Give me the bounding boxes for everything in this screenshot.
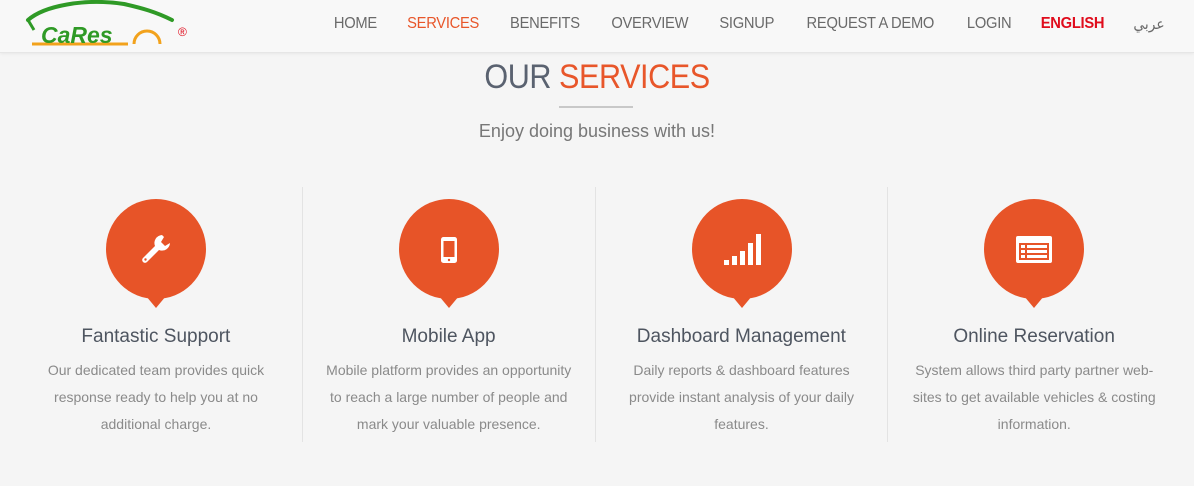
service-title: Fantastic Support — [81, 326, 231, 347]
nav-login[interactable]: LOGIN — [967, 15, 1012, 33]
service-icon-bubble — [398, 199, 499, 308]
services-grid: Fantastic Support Our dedicated team pro… — [10, 187, 1180, 442]
service-description: Mobile platform provides an opportunity … — [326, 362, 572, 432]
nav-services[interactable]: SERVICES — [407, 15, 479, 33]
nav-signup[interactable]: SIGNUP — [719, 15, 774, 33]
service-description: Daily reports & dashboard features provi… — [629, 362, 854, 432]
car-logo-graphic: CaRes ® — [26, 0, 187, 48]
service-description: System allows third party partner web-si… — [912, 362, 1156, 432]
service-card-reservation: Online Reservation System allows third p… — [887, 187, 1180, 442]
cares-logo[interactable]: CaRes ® — [24, 0, 194, 50]
service-description: Our dedicated team provides quick respon… — [47, 362, 265, 432]
section-title-part2: SERVICES — [559, 58, 710, 96]
logo-wordmark: CaRes — [41, 22, 113, 48]
service-title: Online Reservation — [953, 326, 1115, 347]
signal-bars-icon — [723, 234, 761, 265]
registered-mark: ® — [178, 25, 187, 39]
main-nav: HOME SERVICES BENEFITS OVERVIEW SIGNUP R… — [307, 0, 1166, 48]
service-card-mobile: Mobile App Mobile platform provides an o… — [301, 187, 595, 442]
nav-benefits[interactable]: BENEFITS — [510, 15, 580, 33]
section-subtitle: Enjoy doing business with us! — [478, 121, 716, 141]
lang-arabic-link[interactable]: عربي — [1133, 15, 1164, 33]
service-icon-bubble — [691, 199, 792, 308]
title-divider — [559, 106, 633, 108]
service-card-dashboard: Dashboard Management Daily reports & das… — [594, 187, 888, 442]
section-title-part1: OUR — [484, 58, 552, 96]
nav-request-demo[interactable]: REQUEST A DEMO — [807, 15, 935, 33]
service-title: Dashboard Management — [636, 326, 846, 347]
top-navbar: CaRes ® HOME SERVICES BENEFITS OVERVIEW … — [0, 0, 1194, 53]
service-icon-bubble — [984, 199, 1085, 308]
list-browser-icon — [1016, 236, 1053, 263]
mobile-phone-icon — [440, 237, 457, 263]
nav-home[interactable]: HOME — [334, 15, 377, 33]
section-title: OUR SERVICES — [60, 58, 1135, 97]
service-title: Mobile App — [401, 326, 496, 347]
lang-english-link[interactable]: ENGLISH — [1041, 15, 1105, 33]
service-card-support: Fantastic Support Our dedicated team pro… — [10, 187, 302, 442]
service-icon-bubble — [106, 199, 206, 308]
nav-overview[interactable]: OVERVIEW — [611, 15, 688, 33]
wrench-icon — [142, 235, 170, 263]
